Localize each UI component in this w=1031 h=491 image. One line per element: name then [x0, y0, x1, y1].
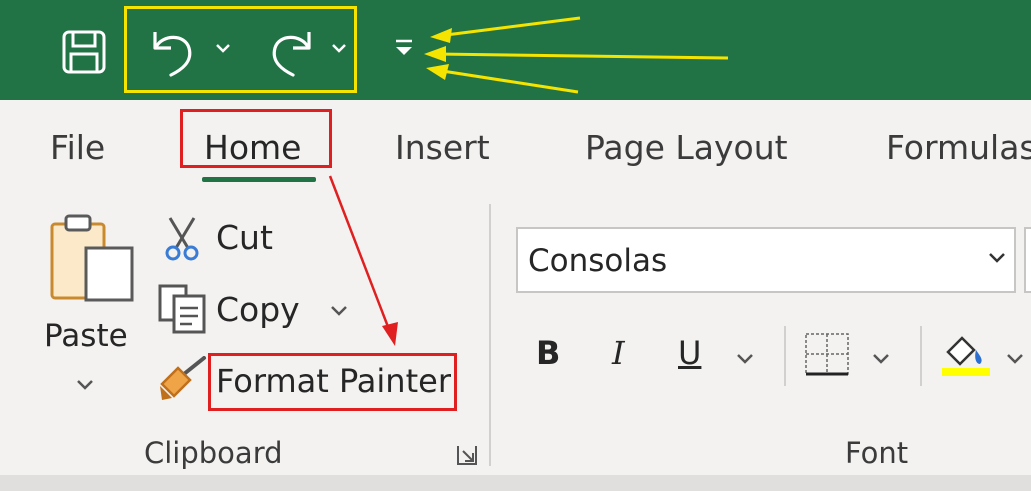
undo-dropdown[interactable]	[210, 36, 236, 60]
tab-file[interactable]: File	[50, 128, 105, 167]
chevron-down-icon	[873, 354, 889, 364]
italic-button[interactable]: I	[612, 334, 625, 372]
borders-icon[interactable]	[802, 330, 852, 382]
chevron-down-icon	[332, 44, 346, 53]
ribbon-bottom-edge	[0, 475, 1031, 491]
chevron-down-icon	[737, 354, 753, 364]
paste-label[interactable]: Paste	[44, 318, 128, 354]
undo-icon	[153, 32, 192, 77]
copy-icon[interactable]	[158, 284, 210, 338]
bold-button[interactable]: B	[536, 334, 560, 372]
paste-dropdown[interactable]	[76, 376, 94, 395]
font-name-combobox[interactable]: Consolas	[516, 227, 1016, 293]
redo-button[interactable]	[262, 22, 324, 80]
borders-dropdown[interactable]	[872, 350, 890, 369]
toolbar-separator	[784, 326, 786, 386]
font-size-combobox[interactable]	[1024, 227, 1031, 293]
chevron-down-icon	[331, 306, 347, 316]
toolbar-separator-2	[920, 326, 922, 386]
copy-dropdown[interactable]	[330, 302, 348, 321]
cut-button[interactable]: Cut	[216, 218, 273, 257]
font-group-label: Font	[845, 436, 909, 470]
format-painter-icon[interactable]	[156, 356, 208, 406]
chevron-down-icon	[216, 44, 230, 53]
format-painter-button[interactable]: Format Painter	[216, 362, 451, 400]
font-name-dropdown[interactable]	[988, 249, 1006, 268]
dialog-launcher-icon[interactable]	[456, 444, 478, 470]
tab-home[interactable]: Home	[204, 128, 301, 167]
copy-button[interactable]: Copy	[216, 290, 300, 329]
redo-icon	[272, 32, 311, 77]
save-button[interactable]	[56, 24, 112, 80]
chevron-down-icon	[1007, 354, 1023, 364]
customize-icon	[396, 39, 412, 55]
fill-color-icon[interactable]	[940, 330, 992, 382]
customize-qat-button[interactable]	[390, 32, 418, 62]
clipboard-group-label: Clipboard	[144, 436, 283, 470]
active-tab-indicator	[202, 177, 316, 182]
chevron-down-icon	[77, 380, 93, 390]
chevron-down-icon	[989, 253, 1005, 263]
undo-button[interactable]	[140, 22, 202, 80]
underline-button[interactable]: U	[678, 334, 701, 372]
tab-insert[interactable]: Insert	[395, 128, 490, 167]
group-separator	[489, 204, 491, 466]
paste-icon[interactable]	[46, 212, 138, 302]
save-icon	[62, 30, 106, 74]
tab-page-layout[interactable]: Page Layout	[585, 128, 788, 167]
underline-dropdown[interactable]	[736, 350, 754, 369]
tab-formulas[interactable]: Formulas	[886, 128, 1031, 167]
font-name-value: Consolas	[528, 243, 668, 279]
redo-dropdown[interactable]	[326, 36, 352, 60]
scissors-icon[interactable]	[162, 216, 202, 266]
ribbon-tabs	[0, 100, 1031, 196]
fill-color-dropdown[interactable]	[1006, 350, 1024, 369]
